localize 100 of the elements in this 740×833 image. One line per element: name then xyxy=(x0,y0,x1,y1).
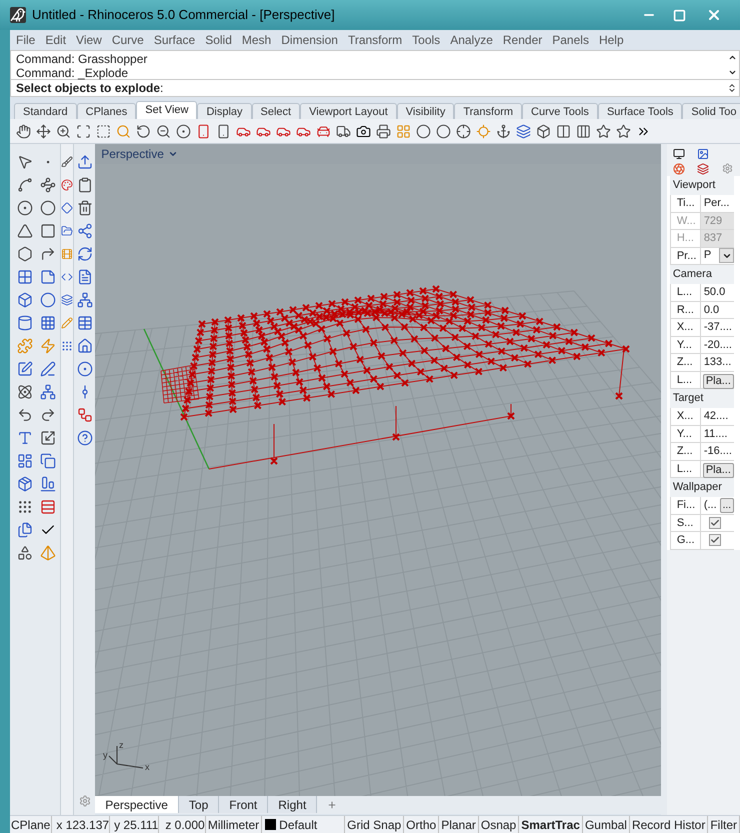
star-icon[interactable] xyxy=(596,124,611,138)
caret-icon[interactable] xyxy=(168,149,178,159)
layers-icon[interactable] xyxy=(516,124,531,138)
status-toggle[interactable]: Record Histor xyxy=(630,816,708,833)
crosshair-icon[interactable] xyxy=(456,124,471,138)
atom-icon[interactable] xyxy=(16,384,33,400)
toolbar-tab[interactable]: Curve Tools xyxy=(522,103,598,119)
status-toggle[interactable]: SmartTrac xyxy=(519,816,583,833)
truck-icon[interactable] xyxy=(336,124,351,138)
zoom-window-icon[interactable] xyxy=(96,124,111,138)
menu-item[interactable]: Tools xyxy=(412,31,440,49)
layer-name[interactable]: Default xyxy=(279,816,318,833)
code-icon[interactable] xyxy=(61,271,73,283)
curve-arrow-icon[interactable] xyxy=(16,407,33,423)
viewport-tab[interactable]: Front xyxy=(219,796,268,813)
house-icon[interactable] xyxy=(76,338,93,354)
zoom-in-icon[interactable] xyxy=(56,124,71,138)
polyline-icon[interactable] xyxy=(16,177,33,193)
hexagon-icon[interactable] xyxy=(16,246,33,262)
columns-icon[interactable] xyxy=(576,124,591,138)
menu-item[interactable]: Transform xyxy=(348,31,402,49)
color-wheel-icon[interactable] xyxy=(673,162,685,174)
status-toggle[interactable]: Planar xyxy=(439,816,479,833)
viewport-tab[interactable]: Perspective xyxy=(95,796,179,813)
add-tab-icon[interactable] xyxy=(327,800,338,810)
camera-icon[interactable] xyxy=(356,124,371,138)
layer-color-swatch[interactable] xyxy=(265,819,276,830)
menu-item[interactable]: Render xyxy=(502,31,542,49)
menu-item[interactable]: Help xyxy=(598,31,624,49)
toolbar-tab[interactable]: Transform xyxy=(454,103,522,119)
spinner-icon[interactable] xyxy=(727,83,737,93)
bars-icon[interactable] xyxy=(40,476,56,492)
toolbar-tab[interactable]: Select xyxy=(252,103,300,119)
stack-icon[interactable] xyxy=(40,499,56,515)
network-icon[interactable] xyxy=(40,384,56,400)
place-button[interactable]: Pla... xyxy=(702,374,734,388)
toolbar-tab[interactable]: Solid Too xyxy=(682,103,740,119)
checkbox[interactable] xyxy=(708,534,721,546)
browse-button[interactable]: ... xyxy=(720,498,734,513)
workflow-icon[interactable] xyxy=(76,407,93,423)
rectangle-icon[interactable] xyxy=(40,223,56,239)
document-icon[interactable] xyxy=(76,269,93,285)
dropdown-button[interactable] xyxy=(719,248,734,264)
phone-icon[interactable] xyxy=(216,124,231,138)
car-icon[interactable] xyxy=(316,124,331,138)
box-icon[interactable] xyxy=(536,124,551,138)
table-icon[interactable] xyxy=(76,315,93,331)
box-icon[interactable] xyxy=(16,292,33,308)
viewport-tab[interactable]: Top xyxy=(178,796,220,813)
rotate-icon[interactable] xyxy=(136,124,151,138)
shapes-icon[interactable] xyxy=(16,545,33,561)
pointer-icon[interactable] xyxy=(16,154,33,170)
status-toggle[interactable]: Filter xyxy=(708,816,740,833)
pen-icon[interactable] xyxy=(40,361,56,377)
circle-icon[interactable] xyxy=(16,200,33,216)
toolbar-tab[interactable]: Visibility xyxy=(396,103,454,119)
menu-item[interactable]: Solid xyxy=(205,31,232,49)
cplane-label[interactable]: CPlane xyxy=(10,816,52,833)
palette-icon[interactable] xyxy=(61,179,73,191)
copy-icon[interactable] xyxy=(40,453,56,469)
units-label[interactable]: Millimeter xyxy=(206,816,262,833)
toolbar-tab[interactable]: Surface Tools xyxy=(598,103,682,119)
command-prompt-field[interactable]: Select objects to explode: xyxy=(10,80,740,97)
text-icon[interactable] xyxy=(16,430,33,446)
scale-icon[interactable] xyxy=(40,430,56,446)
cylinder-icon[interactable] xyxy=(16,315,33,331)
status-toggle[interactable]: Grid Snap xyxy=(345,816,404,833)
curve-arrow-icon[interactable] xyxy=(40,407,56,423)
files-icon[interactable] xyxy=(16,522,33,538)
diamond-icon[interactable] xyxy=(61,202,73,214)
scroll-down-icon[interactable] xyxy=(728,68,736,77)
grid-icon[interactable] xyxy=(40,315,56,331)
picture-icon[interactable] xyxy=(697,148,710,160)
brush-icon[interactable] xyxy=(61,156,73,168)
checkbox[interactable] xyxy=(708,516,721,529)
sheet-icon[interactable] xyxy=(40,269,56,285)
move-icon[interactable] xyxy=(36,124,51,138)
hand-icon[interactable] xyxy=(16,124,31,138)
phone-icon[interactable] xyxy=(196,124,211,138)
menu-item[interactable]: Dimension xyxy=(281,31,338,49)
layers-icon[interactable] xyxy=(61,294,73,306)
scroll-up-icon[interactable] xyxy=(728,53,736,62)
menu-item[interactable]: Edit xyxy=(45,31,66,49)
menu-item[interactable]: Curve xyxy=(112,31,144,49)
toolbar-tab[interactable]: Viewport Layout xyxy=(300,103,397,119)
menu-item[interactable]: File xyxy=(16,31,36,49)
point-mesh-drawing[interactable] xyxy=(160,285,630,470)
menu-item[interactable]: View xyxy=(76,31,102,49)
arc-icon[interactable] xyxy=(40,246,56,262)
viewport-title[interactable]: Perspective xyxy=(101,145,164,163)
trash-icon[interactable] xyxy=(76,200,93,216)
toolbar-tab[interactable]: Standard xyxy=(14,103,77,119)
monitor-icon[interactable] xyxy=(673,148,685,160)
share-icon[interactable] xyxy=(76,223,93,239)
viewport-tab[interactable]: Right xyxy=(268,796,318,813)
blocks-icon[interactable] xyxy=(16,453,33,469)
triangle-icon[interactable] xyxy=(16,223,33,239)
dots-grid-icon[interactable] xyxy=(61,340,73,352)
network-icon[interactable] xyxy=(76,292,93,308)
star-icon[interactable] xyxy=(616,124,631,138)
